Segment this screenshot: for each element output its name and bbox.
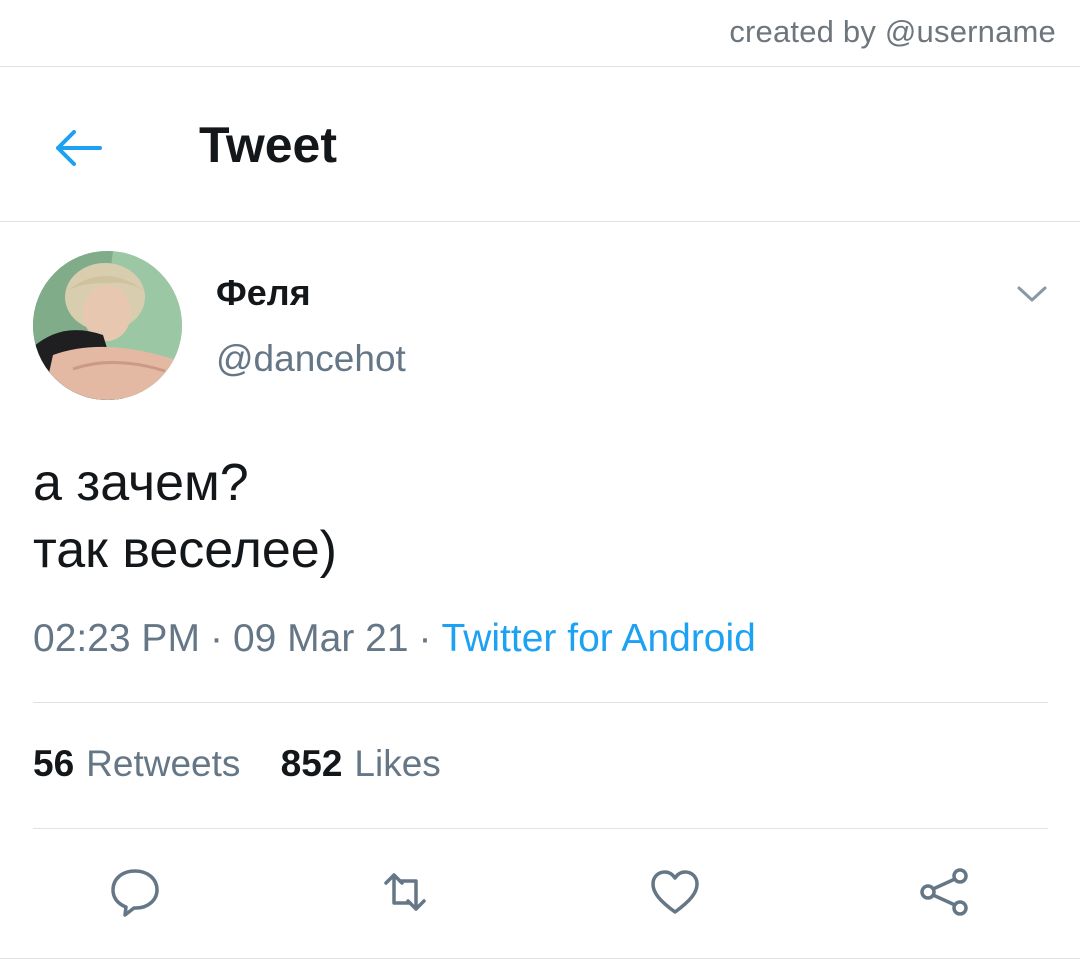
tweet-source-link[interactable]: Twitter for Android xyxy=(442,617,756,660)
tweet-text: а зачем? так веселее) xyxy=(33,450,337,584)
meta-divider xyxy=(33,702,1048,703)
heart-icon xyxy=(651,870,699,914)
retweets-count: 56 xyxy=(33,743,75,784)
credit-text: created by @username xyxy=(729,14,1056,49)
tweet-stats: 56 Retweets 852 Likes xyxy=(33,743,471,785)
bottom-divider xyxy=(0,958,1080,959)
page-title: Tweet xyxy=(199,117,337,173)
tweet-meta: 02:23 PM · 09 Mar 21 · Twitter for Android xyxy=(33,617,756,661)
share-button[interactable] xyxy=(914,862,974,922)
reply-button[interactable] xyxy=(105,862,165,922)
share-icon xyxy=(920,868,968,916)
tweet-options-button[interactable] xyxy=(1012,278,1052,310)
avatar[interactable] xyxy=(33,251,182,400)
meta-separator: · xyxy=(209,617,223,660)
retweets-label: Retweets xyxy=(86,743,241,784)
meta-separator: · xyxy=(418,617,432,660)
header-divider xyxy=(0,221,1080,222)
avatar-photo xyxy=(33,251,182,400)
back-button[interactable] xyxy=(50,120,106,176)
arrow-left-icon xyxy=(56,130,102,166)
tweet-date: 09 Mar 21 xyxy=(232,617,409,660)
retweets-stat[interactable]: 56 Retweets xyxy=(33,743,240,785)
retweet-icon xyxy=(384,873,426,911)
likes-stat[interactable]: 852 Likes xyxy=(281,743,441,785)
reply-icon xyxy=(111,869,159,917)
stats-divider xyxy=(33,828,1048,829)
chevron-down-icon xyxy=(1017,286,1047,302)
retweet-button[interactable] xyxy=(375,862,435,922)
likes-count: 852 xyxy=(280,743,343,784)
like-button[interactable] xyxy=(645,862,705,922)
author-name[interactable]: Феля xyxy=(216,272,311,314)
tweet-detail-screen: created by @username Tweet Феля @danceho… xyxy=(0,0,1080,976)
author-handle[interactable]: @dancehot xyxy=(216,338,406,380)
tweet-text-line: так веселее) xyxy=(33,521,338,579)
tweet-text-line: а зачем? xyxy=(33,454,249,512)
tweet-time: 02:23 PM xyxy=(33,617,200,660)
likes-label: Likes xyxy=(354,743,441,784)
credit-divider xyxy=(0,66,1080,67)
